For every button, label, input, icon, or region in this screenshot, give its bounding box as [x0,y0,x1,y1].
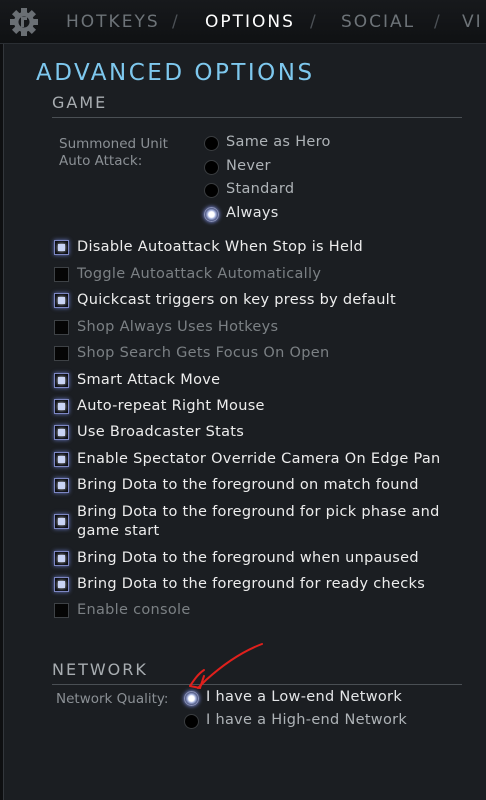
radio-label: I have a High-end Network [206,712,408,728]
checkbox-broadcaster-stats[interactable]: Use Broadcaster Stats [54,423,244,442]
tab-separator: / [434,12,440,32]
checkbox[interactable] [54,240,69,255]
checkbox-spectator-edge-pan[interactable]: Enable Spectator Override Camera On Edge… [54,450,441,469]
checkbox-toggle-autoattack[interactable]: Toggle Autoattack Automatically [54,265,321,284]
checkbox-foreground-ready-checks[interactable]: Bring Dota to the foreground for ready c… [54,575,425,594]
section-divider [52,117,462,118]
panel-edge [0,44,4,800]
tab-separator: / [172,12,178,32]
checkbox[interactable] [54,346,69,361]
checkbox-label: Bring Dota to the foreground when unpaus… [77,550,419,566]
checkbox[interactable] [54,603,69,618]
checkbox[interactable] [54,267,69,282]
checkbox[interactable] [54,425,69,440]
radio-button[interactable] [204,183,219,198]
checkbox[interactable] [54,320,69,335]
checkbox-foreground-match-found[interactable]: Bring Dota to the foreground on match fo… [54,476,419,495]
radio-label: Always [226,205,279,221]
radio-high-end-network[interactable]: I have a High-end Network [184,712,407,729]
checkbox[interactable] [54,551,69,566]
red-arrow-annotation [189,643,263,689]
checkbox-enable-console[interactable]: Enable console [54,601,191,620]
checkbox-smart-attack-move[interactable]: Smart Attack Move [54,371,220,390]
checkbox[interactable] [54,373,69,388]
radio-button-selected[interactable] [184,691,199,706]
radio-button[interactable] [204,136,219,151]
checkbox-label: Quickcast triggers on key press by defau… [77,292,396,308]
checkbox-shop-hotkeys[interactable]: Shop Always Uses Hotkeys [54,318,278,337]
checkbox[interactable] [54,514,69,529]
checkbox-label: Shop Always Uses Hotkeys [77,319,279,335]
section-title-game: GAME [52,93,108,112]
checkbox-disable-autoattack-stop[interactable]: Disable Autoattack When Stop is Held [54,238,363,257]
checkbox[interactable] [54,452,69,467]
tab-video[interactable]: VI [462,12,483,32]
checkbox-label: Bring Dota to the foreground for pick ph… [77,503,440,541]
radio-never[interactable]: Never [204,158,271,175]
checkbox-foreground-unpaused[interactable]: Bring Dota to the foreground when unpaus… [54,549,419,568]
checkbox-foreground-pick-phase[interactable]: Bring Dota to the foreground for pick ph… [54,503,440,541]
checkbox[interactable] [54,478,69,493]
radio-label: Standard [226,181,295,197]
checkbox[interactable] [54,577,69,592]
radio-button-selected[interactable] [204,207,219,222]
network-quality-label: Network Quality: [56,691,169,707]
radio-always[interactable]: Always [204,205,279,222]
radio-same-as-hero[interactable]: Same as Hero [204,134,331,151]
checkbox-label: Shop Search Gets Focus On Open [77,345,330,361]
checkbox-label: Enable Spectator Override Camera On Edge… [77,451,441,467]
summoned-unit-label: Summoned Unit [59,136,168,152]
checkbox-label-line2: game start [77,523,160,539]
radio-label: Never [226,158,271,174]
gear-icon[interactable] [8,6,40,38]
tab-options[interactable]: OPTIONS [205,12,295,32]
checkbox-auto-repeat-right-mouse[interactable]: Auto-repeat Right Mouse [54,397,265,416]
checkbox-label: Disable Autoattack When Stop is Held [77,239,364,255]
checkbox-label: Auto-repeat Right Mouse [77,398,265,414]
tab-separator: / [310,12,316,32]
checkbox-shop-search-focus[interactable]: Shop Search Gets Focus On Open [54,344,329,363]
checkbox[interactable] [54,399,69,414]
checkbox-label: Toggle Autoattack Automatically [77,266,322,282]
page-title: ADVANCED OPTIONS [36,60,315,86]
radio-label: Same as Hero [226,134,331,150]
checkbox[interactable] [54,293,69,308]
checkbox-label: Bring Dota to the foreground for ready c… [77,576,426,592]
checkbox-label: Use Broadcaster Stats [77,424,245,440]
tab-social[interactable]: SOCIAL [341,12,415,32]
section-title-network: NETWORK [52,660,148,679]
radio-standard[interactable]: Standard [204,181,294,198]
tab-hotkeys[interactable]: HOTKEYS [66,12,160,32]
radio-button[interactable] [204,160,219,175]
checkbox-label-line1: Bring Dota to the foreground for pick ph… [77,504,440,520]
checkbox-label: Smart Attack Move [77,372,221,388]
checkbox-quickcast-key-press[interactable]: Quickcast triggers on key press by defau… [54,291,396,310]
auto-attack-label: Auto Attack: [59,153,143,169]
checkbox-label: Enable console [77,602,191,618]
radio-button[interactable] [184,714,199,729]
top-tab-bar: HOTKEYS / OPTIONS / SOCIAL / VI [0,0,486,44]
checkbox-label: Bring Dota to the foreground on match fo… [77,477,419,493]
